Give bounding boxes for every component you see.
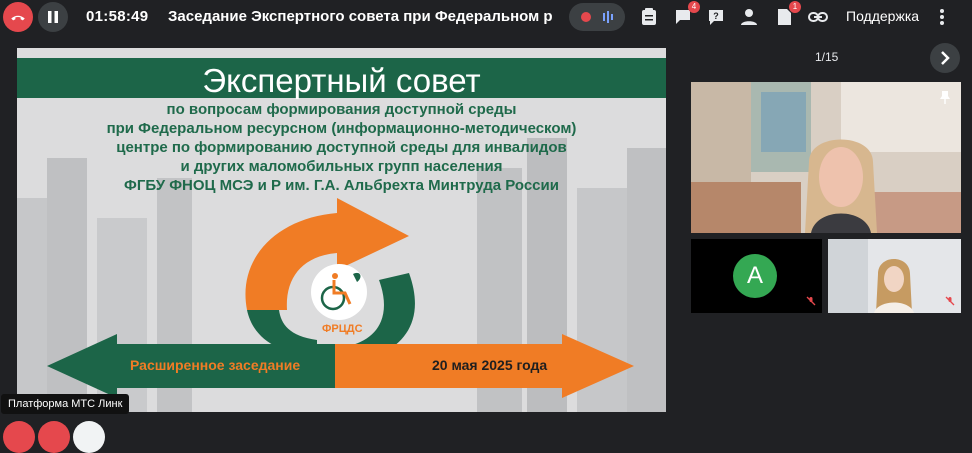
audio-wave-icon (603, 11, 613, 23)
pause-button[interactable] (38, 2, 68, 32)
pause-icon (48, 11, 58, 23)
participant-tile-avatar[interactable]: А (691, 239, 822, 313)
speaker-video-image (691, 82, 961, 233)
chat-badge: 4 (688, 1, 700, 13)
mic-off-icon (806, 296, 816, 306)
logo-text: ФРЦДС (322, 323, 363, 335)
documents-button[interactable]: 1 (773, 1, 801, 28)
speaker-video-tile[interactable] (691, 82, 961, 233)
bottom-control-3[interactable] (73, 421, 105, 453)
meeting-title: Заседание Экспертного совета при Федерал… (168, 8, 552, 25)
copy-link-button[interactable] (807, 6, 829, 28)
left-arrow-label: Расширенное заседание (130, 357, 301, 373)
pin-icon[interactable] (939, 90, 951, 104)
document-icon (777, 9, 791, 25)
mic-off-icon (945, 296, 955, 306)
clipboard-icon (642, 8, 656, 25)
bottom-control-2[interactable] (38, 421, 70, 453)
platform-label: Платформа МТС Линк (1, 394, 130, 414)
record-dot-icon (581, 12, 591, 22)
kebab-menu-icon (940, 9, 944, 25)
avatar: А (733, 254, 777, 298)
question-icon: ? (709, 10, 723, 25)
arrows-graphic (47, 198, 634, 398)
top-toolbar: 01:58:49 Заседание Экспертного совета пр… (0, 0, 972, 34)
questions-button[interactable]: ? (705, 6, 727, 28)
support-link[interactable]: Поддержка (846, 8, 919, 24)
phone-hangup-icon (11, 15, 25, 21)
chat-button[interactable]: 4 (672, 1, 700, 28)
bottom-control-1[interactable] (3, 421, 35, 453)
svg-text:?: ? (713, 11, 719, 21)
participant-video-image (828, 239, 961, 313)
slide-page-indicator: 1/15 (815, 50, 839, 64)
documents-badge: 1 (789, 1, 801, 13)
presentation-slide: Экспертный совет по вопросам формировани… (17, 48, 666, 412)
participants-button[interactable] (738, 6, 760, 28)
link-icon (808, 12, 828, 22)
notes-button[interactable] (638, 6, 660, 28)
chevron-right-icon (941, 51, 950, 65)
hangup-button[interactable] (3, 2, 33, 32)
more-options-button[interactable] (936, 6, 948, 33)
call-timer: 01:58:49 (86, 8, 149, 25)
person-icon (741, 9, 757, 25)
right-arrow-label: 20 мая 2025 года (432, 357, 548, 373)
recording-indicator[interactable] (569, 3, 625, 31)
next-slide-button[interactable] (930, 43, 960, 73)
participant-tile-video[interactable] (828, 239, 961, 313)
